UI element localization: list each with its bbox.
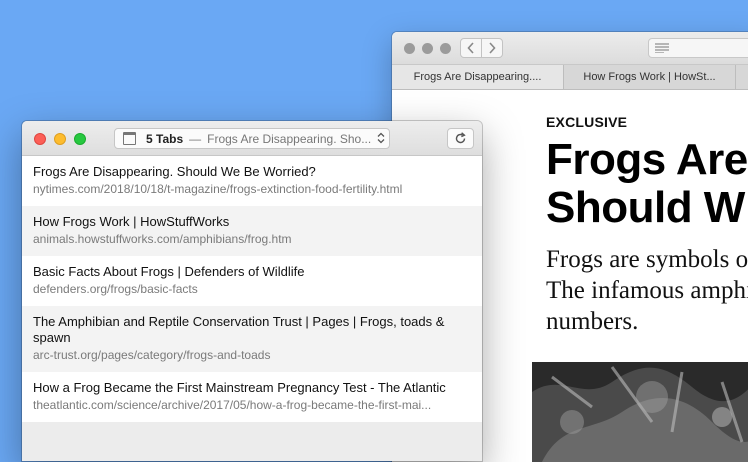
current-tab-title: Frogs Are Disappearing. Sho... xyxy=(207,131,372,146)
forward-button[interactable] xyxy=(481,38,503,58)
tab-list-item[interactable]: Frogs Are Disappearing. Should We Be Wor… xyxy=(22,156,482,206)
tab-url: theatlantic.com/science/archive/2017/05/… xyxy=(33,398,432,412)
headline-line: Frogs Are xyxy=(546,135,748,184)
background-tab-bar: Frogs Are Disappearing.... How Frogs Wor… xyxy=(392,65,748,90)
close-button[interactable] xyxy=(34,133,46,145)
up-down-chevron-icon xyxy=(373,132,389,145)
tab-list-item[interactable]: The Amphibian and Reptile Conservation T… xyxy=(22,306,482,372)
tab-url: animals.howstuffworks.com/amphibians/fro… xyxy=(33,232,292,246)
close-button-inactive[interactable] xyxy=(404,43,415,54)
tab-title: Frogs Are Disappearing. Should We Be Wor… xyxy=(33,164,316,179)
article-content: EXCLUSIVE Frogs Are Should W Frogs are s… xyxy=(546,114,748,335)
chevron-left-icon xyxy=(467,42,474,54)
zoom-button-inactive[interactable] xyxy=(440,43,451,54)
article-kicker: EXCLUSIVE xyxy=(546,114,628,130)
tab-list-item[interactable]: How Frogs Work | HowStuffWorks animals.h… xyxy=(22,206,482,256)
article-headline: Frogs Are Should W xyxy=(546,136,748,232)
tabs-popup-button[interactable]: 5 Tabs — Frogs Are Disappearing. Sho... xyxy=(114,128,390,149)
minimize-button[interactable] xyxy=(54,133,66,145)
tab-title: Basic Facts About Frogs | Defenders of W… xyxy=(33,264,305,279)
headline-line: Should W xyxy=(546,183,745,232)
tab-title: How Frogs Work | HowStuffWorks xyxy=(33,214,230,229)
summary-line: numbers. xyxy=(546,308,639,335)
tab-title: How a Frog Became the First Mainstream P… xyxy=(33,380,446,395)
background-tab[interactable]: How Frogs Work | HowSt... xyxy=(564,65,736,89)
article-photo xyxy=(532,362,748,462)
tab-url: defenders.org/frogs/basic-facts xyxy=(33,282,198,296)
tab-title: The Amphibian and Reptile Conservation T… xyxy=(33,314,445,345)
back-button[interactable] xyxy=(460,38,482,58)
tab-overview-toolbar: 5 Tabs — Frogs Are Disappearing. Sho... xyxy=(22,121,482,156)
article-summary: Frogs are symbols of The infamous amphi … xyxy=(546,244,748,337)
reload-button[interactable] xyxy=(447,128,474,149)
separator: — xyxy=(189,131,202,146)
address-bar[interactable] xyxy=(648,38,748,58)
tab-list: Frogs Are Disappearing. Should We Be Wor… xyxy=(22,156,482,422)
tab-overview-window[interactable]: 5 Tabs — Frogs Are Disappearing. Sho... … xyxy=(22,121,482,461)
reload-icon xyxy=(455,132,466,144)
minimize-button-inactive[interactable] xyxy=(422,43,433,54)
chevron-right-icon xyxy=(489,42,496,54)
background-tab[interactable]: Frogs Are Disappearing.... xyxy=(392,65,564,89)
tab-url: nytimes.com/2018/10/18/t-magazine/frogs-… xyxy=(33,182,403,196)
tab-url: arc-trust.org/pages/category/frogs-and-t… xyxy=(33,348,271,362)
window-icon xyxy=(123,132,136,145)
tab-list-item[interactable]: How a Frog Became the First Mainstream P… xyxy=(22,372,482,422)
tab-count: 5 Tabs xyxy=(146,131,184,146)
reader-icon xyxy=(655,43,669,53)
summary-line: The infamous amphi xyxy=(546,277,748,304)
tab-list-item[interactable]: Basic Facts About Frogs | Defenders of W… xyxy=(22,256,482,306)
background-toolbar xyxy=(392,32,748,65)
zoom-button[interactable] xyxy=(74,133,86,145)
summary-line: Frogs are symbols of xyxy=(546,246,748,273)
